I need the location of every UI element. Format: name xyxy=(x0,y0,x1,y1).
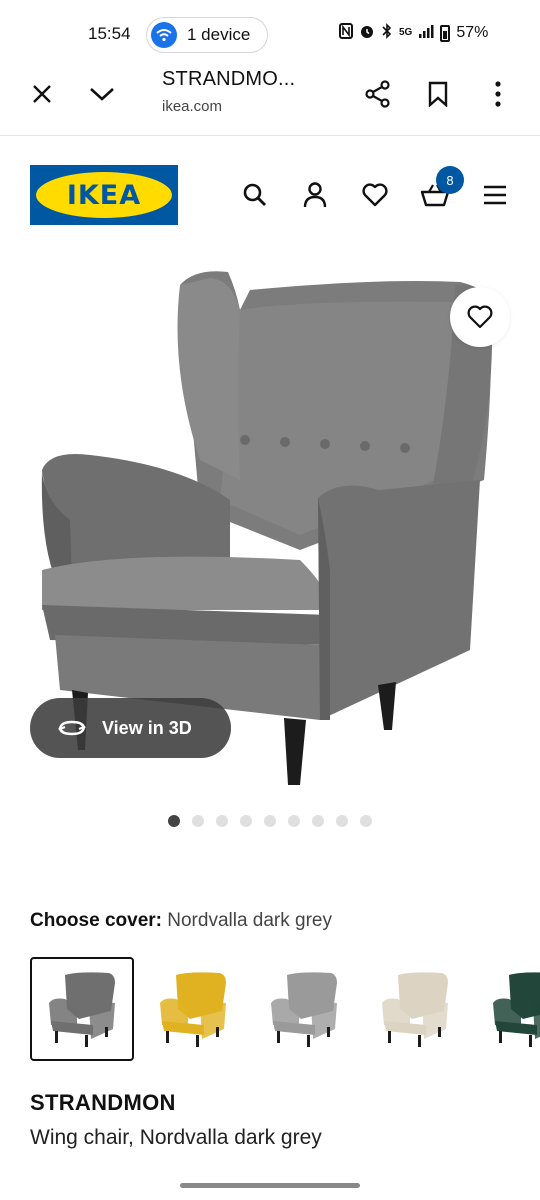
cover-swatch[interactable] xyxy=(252,957,356,1061)
signal-icon xyxy=(418,23,434,43)
gallery-dot[interactable] xyxy=(240,815,252,827)
status-bar: 15:54 1 device 5G 57% xyxy=(0,0,540,62)
home-indicator[interactable] xyxy=(180,1183,360,1188)
choose-cover-heading: Choose cover: Nordvalla dark grey xyxy=(30,910,332,932)
cart-count-badge: 8 xyxy=(436,166,464,194)
site-header: IKEA 8 xyxy=(0,150,540,240)
nfc-icon xyxy=(339,23,353,43)
view-in-3d-button[interactable]: View in 3D xyxy=(30,698,231,758)
menu-icon[interactable] xyxy=(478,178,512,212)
bookmark-icon[interactable] xyxy=(418,74,458,114)
wifi-icon xyxy=(151,22,177,48)
chair-thumbnail xyxy=(271,972,337,1047)
alarm-icon xyxy=(359,23,375,43)
chair-left-wing xyxy=(177,278,240,480)
chair-thumbnail xyxy=(493,972,540,1047)
status-time: 15:54 xyxy=(88,24,131,43)
share-icon[interactable] xyxy=(358,74,398,114)
product-name: STRANDMON xyxy=(30,1090,176,1115)
chair-leg xyxy=(378,682,396,730)
chair-thumbnail xyxy=(382,972,448,1047)
page-title: STRANDMO... xyxy=(162,68,296,90)
rotate-3d-icon xyxy=(56,718,88,738)
user-icon[interactable] xyxy=(298,178,332,212)
bluetooth-icon xyxy=(381,23,393,43)
page-domain: ikea.com xyxy=(162,98,223,115)
status-icons: 5G 57% xyxy=(339,23,488,43)
chair-thumbnail xyxy=(160,972,226,1047)
heart-icon[interactable] xyxy=(358,178,392,212)
selected-cover-value: Nordvalla dark grey xyxy=(167,910,333,931)
chair-seat xyxy=(42,556,330,610)
gallery-pagination xyxy=(168,815,372,827)
chair-leg xyxy=(284,718,306,785)
more-vert-icon[interactable] xyxy=(478,74,518,114)
choose-cover-label: Choose cover: xyxy=(30,910,162,931)
cover-swatch[interactable] xyxy=(141,957,245,1061)
browser-toolbar: STRANDMO... ikea.com xyxy=(0,62,540,136)
battery-icon xyxy=(440,24,451,42)
gallery-dot[interactable] xyxy=(288,815,300,827)
product-description: Wing chair, Nordvalla dark grey xyxy=(30,1126,322,1149)
gallery-dot[interactable] xyxy=(192,815,204,827)
url-block[interactable]: STRANDMO... ikea.com xyxy=(162,68,295,115)
gallery-dot[interactable] xyxy=(360,815,372,827)
gallery-dot[interactable] xyxy=(168,815,180,827)
ikea-logo[interactable]: IKEA xyxy=(30,165,178,225)
cover-swatch[interactable] xyxy=(363,957,467,1061)
connected-devices-pill[interactable]: 1 device xyxy=(146,17,268,53)
gallery-dot[interactable] xyxy=(336,815,348,827)
search-icon[interactable] xyxy=(238,178,272,212)
view-in-3d-label: View in 3D xyxy=(102,717,192,738)
cover-swatch[interactable] xyxy=(30,957,134,1061)
cover-swatch[interactable] xyxy=(474,957,540,1061)
device-count-label: 1 device xyxy=(187,25,251,44)
chair-right-arm xyxy=(318,480,480,720)
close-icon[interactable] xyxy=(22,74,62,114)
gallery-dot[interactable] xyxy=(264,815,276,827)
chevron-down-icon[interactable] xyxy=(82,74,122,114)
add-to-favourites-button[interactable] xyxy=(450,287,510,347)
chair-thumbnail xyxy=(49,972,115,1047)
logo-text: IKEA xyxy=(66,179,142,211)
gallery-dot[interactable] xyxy=(312,815,324,827)
network-type-label: 5G xyxy=(399,27,413,38)
heart-icon xyxy=(467,305,493,329)
cover-swatch-list xyxy=(30,957,540,1061)
battery-percent: 57% xyxy=(456,24,489,41)
gallery-dot[interactable] xyxy=(216,815,228,827)
logo-oval: IKEA xyxy=(36,172,172,218)
